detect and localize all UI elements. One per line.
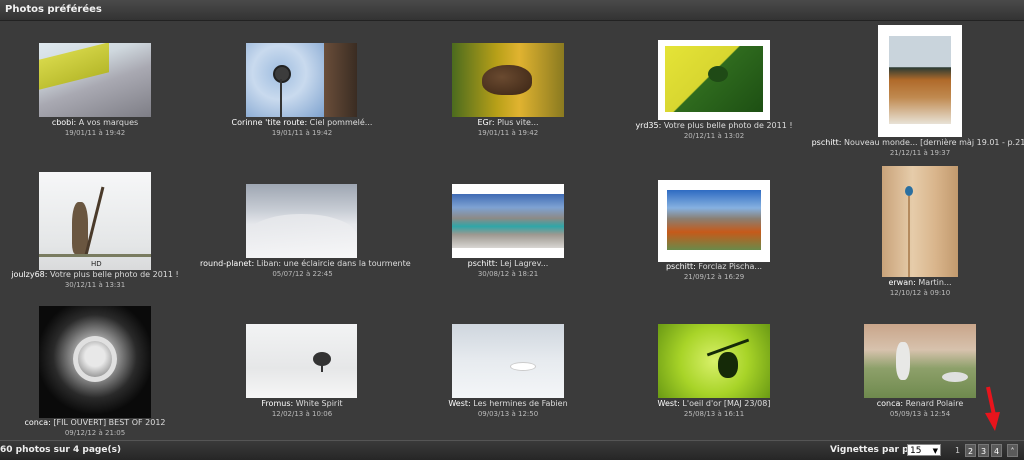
photo-thumbnail[interactable] [658,324,770,398]
page-1: 1 [954,446,961,455]
photo-caption: erwan: Martin... 12/10/12 à 09:10 [888,278,952,297]
photo-caption: West: L'oeil d'or [MAJ 23/08] 25/08/13 à… [657,399,771,418]
photo-thumbnail[interactable] [246,184,357,258]
photo-thumbnail[interactable] [864,324,976,398]
photo-caption: pschitt: Lej Lagrev... 30/08/12 à 18:21 [467,259,549,278]
photo-caption: EGr: Plus vite... 19/01/11 à 19:42 [477,118,539,137]
photo-thumbnail[interactable]: HD [39,172,151,270]
page-4[interactable]: 4 [991,444,1002,457]
photo-caption: pschitt: Nouveau monde... [dernière màj … [811,138,1024,157]
panel-header: Photos préférées [0,0,1024,21]
photo-thumbnail[interactable] [39,43,151,117]
photo-thumbnail[interactable] [658,180,770,262]
photo-thumbnail[interactable] [246,324,357,398]
photo-thumbnail[interactable] [658,40,770,120]
chevron-down-icon: ▼ [932,447,938,455]
photo-caption: Corinne 'tite route: Ciel pommelé... 19/… [231,118,373,137]
photo-thumbnail[interactable] [882,166,958,277]
pagination-bar: 60 photos sur 4 page(s) Vignettes par pa… [0,440,1024,460]
page-title: Photos préférées [5,4,102,15]
photo-caption: pschitt: Forclaz Pischa... 21/09/12 à 16… [665,262,763,281]
photo-caption: Fromus: White Spirit 12/02/13 à 10:06 [261,399,343,418]
photo-caption: joulzy68: Votre plus belle photo de 2011… [11,270,179,289]
perpage-select[interactable]: 15 ▼ [907,444,941,456]
up-caret-icon[interactable]: ˄ [1007,444,1018,457]
photo-thumbnail[interactable] [452,324,564,398]
photo-caption: cbobi: A vos marques 19/01/11 à 19:42 [51,118,139,137]
photo-thumbnail[interactable] [878,25,962,137]
page-3[interactable]: 3 [978,444,989,457]
page-2[interactable]: 2 [965,444,976,457]
photo-caption: round-planet: Liban: une éclaircie dans … [200,259,411,278]
photo-thumbnail[interactable] [39,306,151,418]
photo-caption: West: Les hermines de Fabien 09/03/13 à … [448,399,568,418]
photo-grid: cbobi: A vos marques 19/01/11 à 19:42 Co… [0,21,1024,440]
red-arrow-icon [985,386,1000,431]
photo-caption: yrd35: Votre plus belle photo de 2011 ! … [635,121,793,140]
photo-thumbnail[interactable] [452,43,564,117]
photo-count: 60 photos sur 4 page(s) [0,445,122,455]
photo-thumbnail[interactable] [452,184,564,258]
photo-thumbnail[interactable] [246,43,357,117]
photo-caption: conca: [FIL OUVERT] BEST OF 2012 09/12/1… [24,418,166,437]
